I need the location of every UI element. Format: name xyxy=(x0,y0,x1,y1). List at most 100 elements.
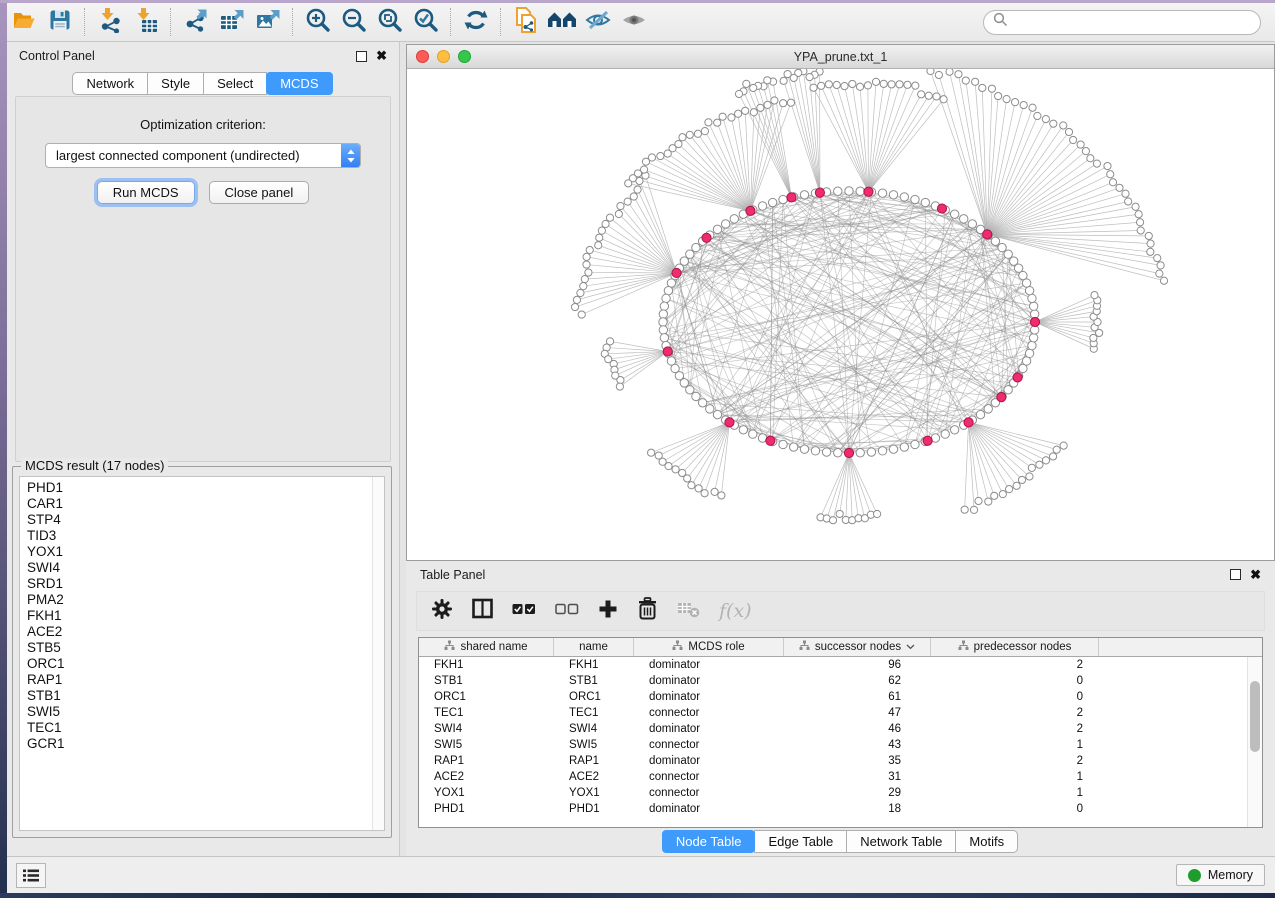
mcds-result-item[interactable]: PHD1 xyxy=(27,480,384,496)
network-node[interactable] xyxy=(968,220,976,228)
network-leaf-node[interactable] xyxy=(1003,96,1010,103)
network-node[interactable] xyxy=(1029,302,1037,310)
network-node[interactable] xyxy=(822,448,830,456)
export-network-button[interactable] xyxy=(178,6,214,38)
network-leaf-node[interactable] xyxy=(1042,457,1049,464)
criterion-select[interactable]: largest connected component (undirected) xyxy=(45,143,361,168)
network-node[interactable] xyxy=(1025,349,1033,357)
network-leaf-node[interactable] xyxy=(1013,482,1020,489)
network-leaf-node[interactable] xyxy=(571,303,578,310)
network-leaf-node[interactable] xyxy=(686,131,693,138)
network-leaf-node[interactable] xyxy=(1049,453,1056,460)
search-input[interactable] xyxy=(1014,14,1260,30)
network-leaf-node[interactable] xyxy=(880,80,887,87)
delete-table-icon[interactable] xyxy=(677,600,700,623)
mcds-result-item[interactable]: STP4 xyxy=(27,512,384,528)
network-leaf-node[interactable] xyxy=(787,99,794,106)
network-leaf-node[interactable] xyxy=(1116,184,1123,191)
network-leaf-node[interactable] xyxy=(849,80,856,87)
network-hub-node[interactable] xyxy=(844,448,853,457)
float-panel-icon[interactable] xyxy=(1230,569,1241,580)
network-hub-node[interactable] xyxy=(766,436,775,445)
network-leaf-node[interactable] xyxy=(1028,464,1035,471)
refresh-button[interactable] xyxy=(458,6,494,38)
network-leaf-node[interactable] xyxy=(940,96,947,103)
network-node[interactable] xyxy=(878,189,886,197)
network-leaf-node[interactable] xyxy=(695,485,702,492)
network-leaf-node[interactable] xyxy=(918,91,925,98)
network-leaf-node[interactable] xyxy=(734,110,741,117)
mcds-result-item[interactable]: TEC1 xyxy=(27,720,384,736)
column-visibility-icon[interactable] xyxy=(472,598,493,624)
network-leaf-node[interactable] xyxy=(841,82,848,89)
network-leaf-node[interactable] xyxy=(1011,99,1018,106)
network-node[interactable] xyxy=(692,243,700,251)
network-leaf-node[interactable] xyxy=(578,311,585,318)
mcds-result-item[interactable]: ORC1 xyxy=(27,656,384,672)
network-leaf-node[interactable] xyxy=(1104,162,1111,169)
network-node[interactable] xyxy=(758,202,766,210)
tab-network[interactable]: Network xyxy=(72,72,148,95)
network-leaf-node[interactable] xyxy=(1147,248,1154,255)
mcds-result-item[interactable]: ACE2 xyxy=(27,624,384,640)
network-hub-node[interactable] xyxy=(983,230,992,239)
network-leaf-node[interactable] xyxy=(946,69,953,75)
network-node[interactable] xyxy=(1009,257,1017,265)
network-node[interactable] xyxy=(789,443,797,451)
network-leaf-node[interactable] xyxy=(701,490,708,497)
new-network-from-selection-button[interactable] xyxy=(508,6,544,38)
network-leaf-node[interactable] xyxy=(1125,198,1132,205)
network-leaf-node[interactable] xyxy=(617,202,624,209)
network-leaf-node[interactable] xyxy=(581,276,588,283)
mcds-result-item[interactable]: SWI4 xyxy=(27,560,384,576)
network-leaf-node[interactable] xyxy=(991,492,998,499)
table-settings-icon[interactable] xyxy=(431,598,453,625)
network-node[interactable] xyxy=(698,399,706,407)
import-network-button[interactable] xyxy=(92,6,128,38)
table-scrollbar[interactable] xyxy=(1247,657,1262,827)
tab-select[interactable]: Select xyxy=(203,72,267,95)
network-node[interactable] xyxy=(686,386,694,394)
network-hub-node[interactable] xyxy=(923,436,932,445)
network-leaf-node[interactable] xyxy=(961,506,968,513)
network-node[interactable] xyxy=(960,215,968,223)
network-leaf-node[interactable] xyxy=(750,109,757,116)
zoom-window-icon[interactable] xyxy=(458,50,471,63)
network-hub-node[interactable] xyxy=(997,393,1006,402)
network-leaf-node[interactable] xyxy=(719,113,726,120)
network-leaf-node[interactable] xyxy=(757,104,764,111)
network-node[interactable] xyxy=(856,449,864,457)
delete-column-icon[interactable] xyxy=(637,597,658,625)
network-leaf-node[interactable] xyxy=(585,269,592,276)
task-history-button[interactable] xyxy=(16,863,46,888)
network-leaf-node[interactable] xyxy=(625,180,632,187)
network-node[interactable] xyxy=(659,310,667,318)
network-leaf-node[interactable] xyxy=(784,70,791,77)
network-leaf-node[interactable] xyxy=(742,107,749,114)
zoom-in-button[interactable] xyxy=(300,6,336,38)
table-row[interactable]: RAP1RAP1dominator352 xyxy=(419,753,1262,769)
network-node[interactable] xyxy=(659,326,667,334)
network-leaf-node[interactable] xyxy=(705,119,712,126)
network-leaf-node[interactable] xyxy=(718,492,725,499)
network-hub-node[interactable] xyxy=(1013,373,1022,382)
network-leaf-node[interactable] xyxy=(888,81,895,88)
network-node[interactable] xyxy=(921,198,929,206)
network-node[interactable] xyxy=(660,334,668,342)
mcds-result-item[interactable]: CAR1 xyxy=(27,496,384,512)
tab-network-table[interactable]: Network Table xyxy=(846,830,956,853)
table-row[interactable]: SWI5SWI5connector431 xyxy=(419,737,1262,753)
network-leaf-node[interactable] xyxy=(1107,171,1114,178)
network-hub-node[interactable] xyxy=(746,206,755,215)
network-leaf-node[interactable] xyxy=(979,84,986,91)
minimize-window-icon[interactable] xyxy=(437,50,450,63)
network-leaf-node[interactable] xyxy=(1160,277,1167,284)
run-mcds-button[interactable]: Run MCDS xyxy=(97,181,195,204)
network-node[interactable] xyxy=(941,430,949,438)
network-leaf-node[interactable] xyxy=(825,81,832,88)
network-node[interactable] xyxy=(800,445,808,453)
network-leaf-node[interactable] xyxy=(1060,442,1067,449)
network-node[interactable] xyxy=(976,410,984,418)
network-leaf-node[interactable] xyxy=(630,193,637,200)
network-leaf-node[interactable] xyxy=(874,510,881,517)
